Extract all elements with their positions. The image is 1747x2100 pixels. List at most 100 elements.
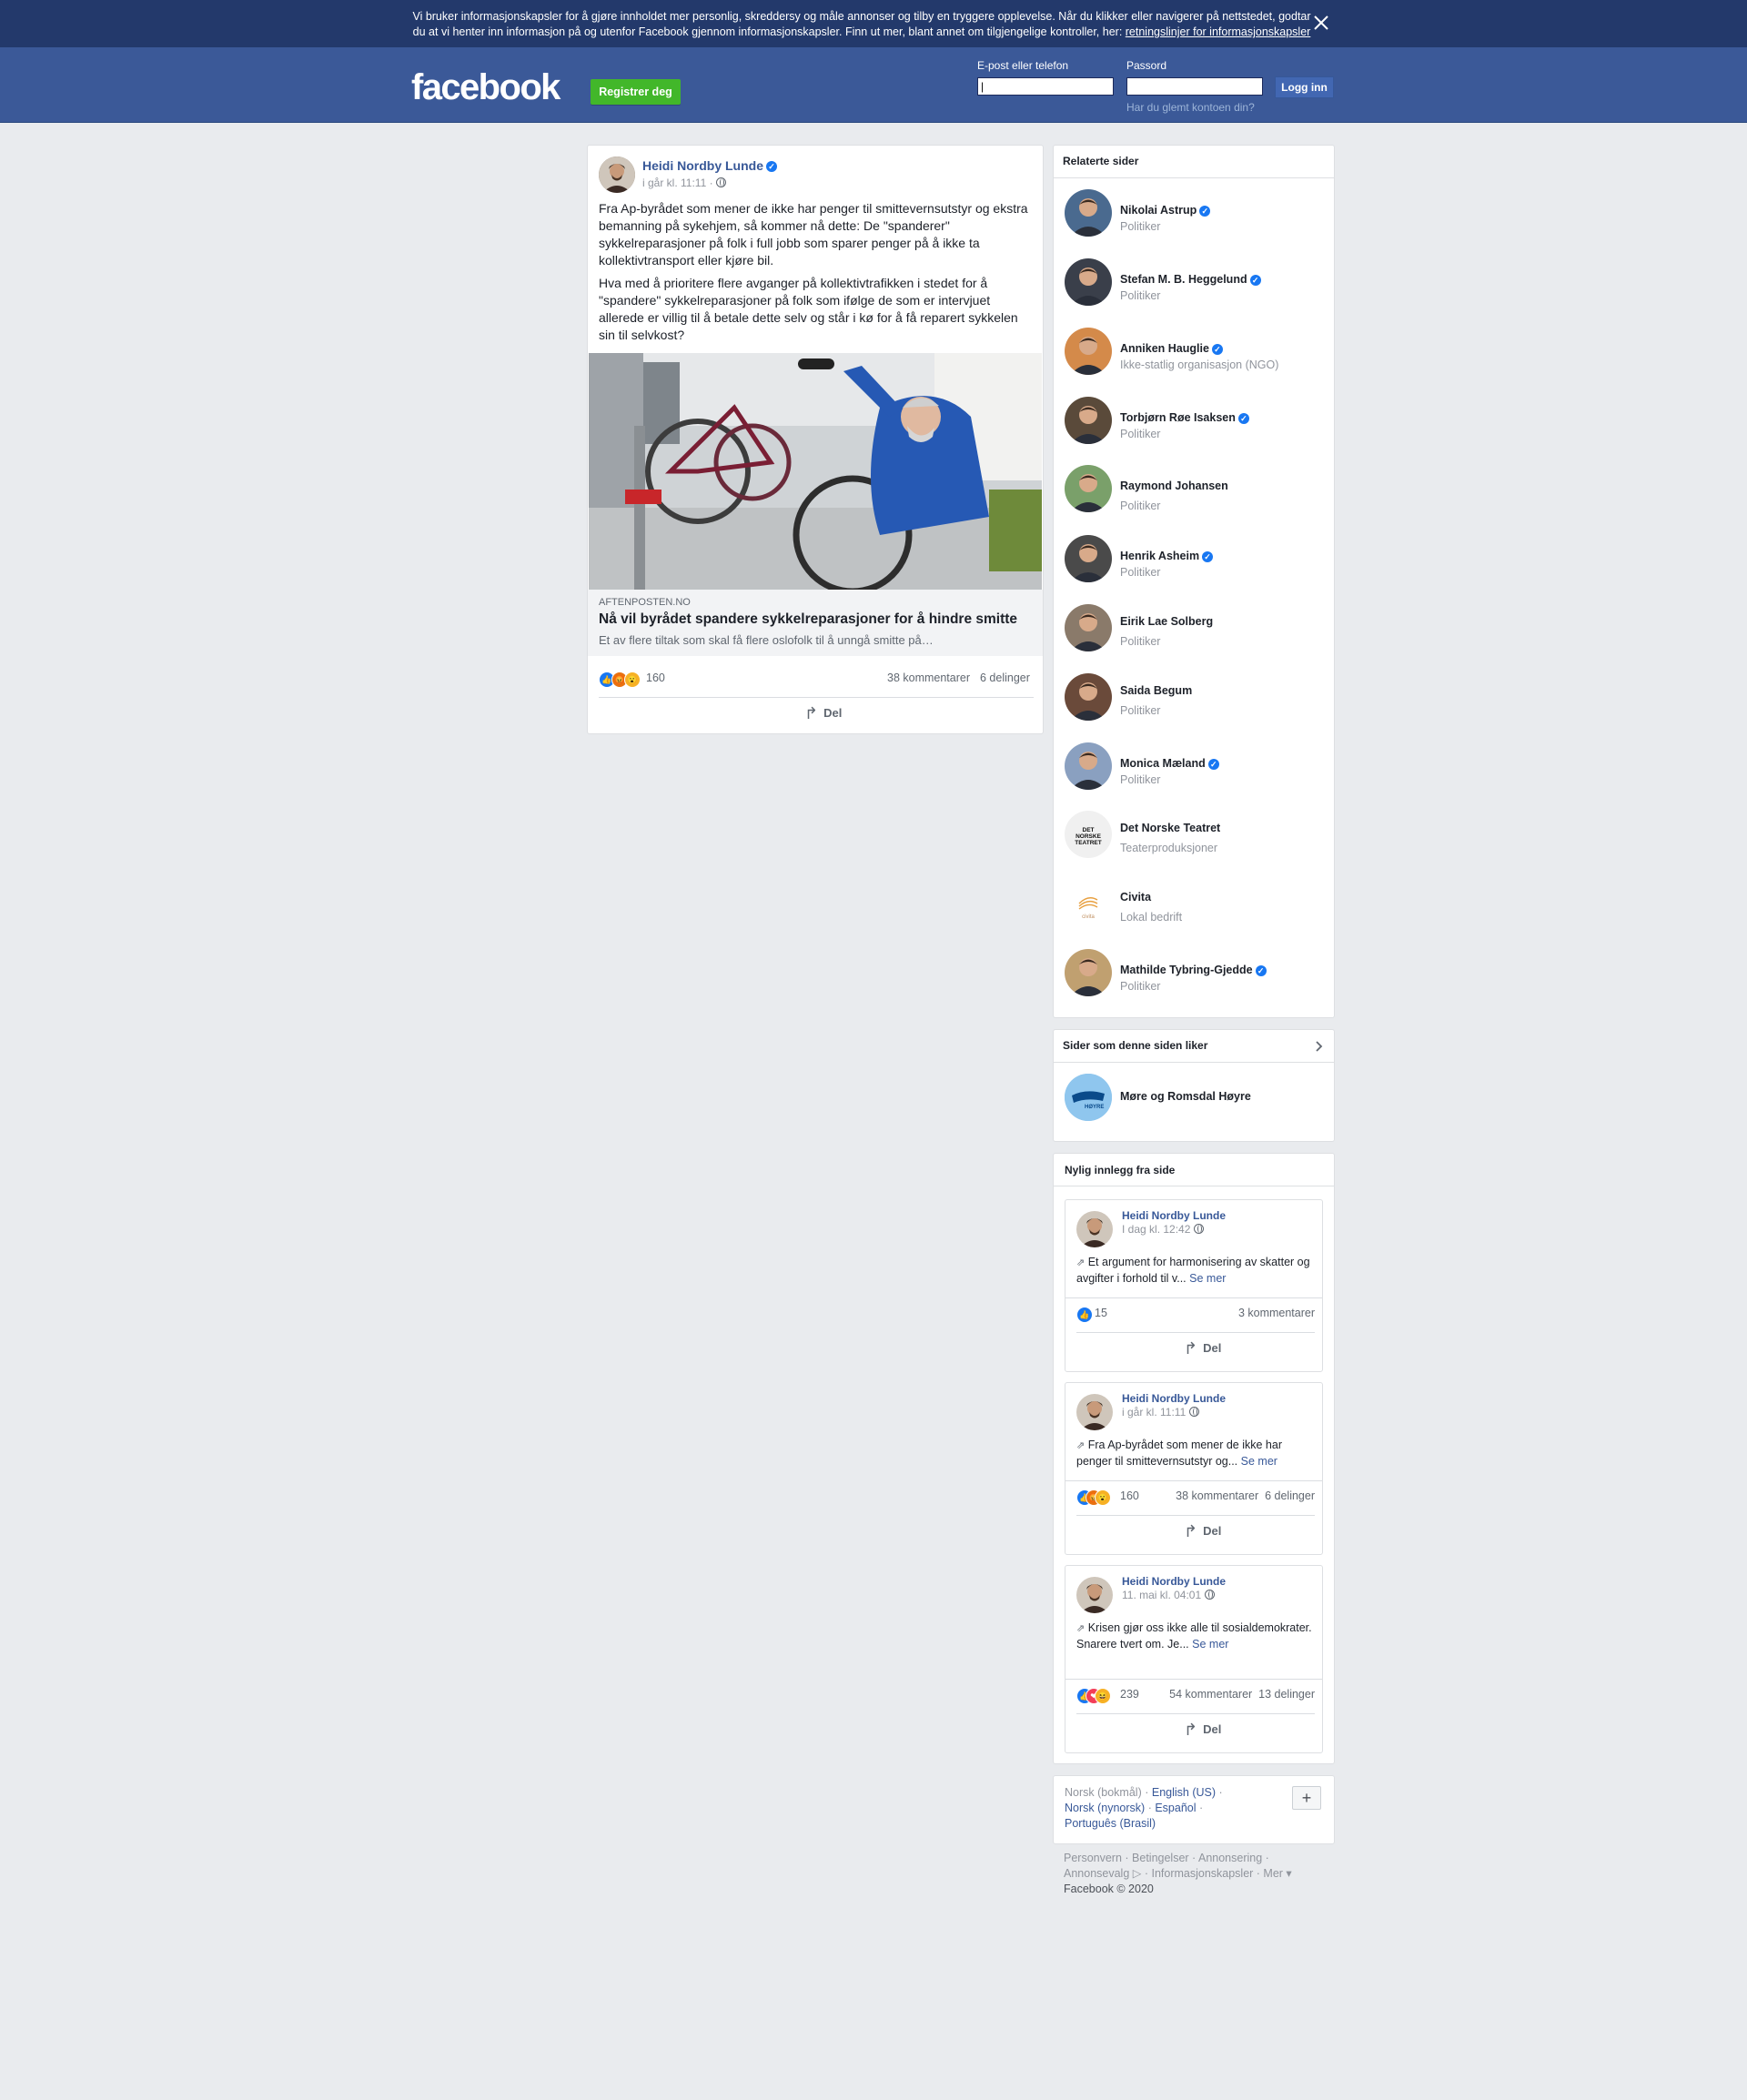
author-name[interactable]: Heidi Nordby Lunde	[642, 158, 763, 173]
related-page-name[interactable]: Monica Mæland ✓	[1120, 757, 1219, 770]
related-page-name[interactable]: Raymond Johansen	[1120, 480, 1228, 492]
related-page-category: Politiker	[1120, 773, 1161, 786]
author-avatar[interactable]	[1076, 1394, 1113, 1430]
related-page-item[interactable]: DET NORSKE TEATRET Det Norske Teatret Teater…	[1065, 811, 1328, 865]
related-page-item[interactable]: Stefan M. B. Heggelund ✓ Politiker	[1065, 258, 1328, 313]
related-page-name-text[interactable]: Det Norske Teatret	[1120, 822, 1220, 834]
reaction-count[interactable]: 160	[646, 671, 665, 684]
liked-page-name[interactable]: Møre og Romsdal Høyre	[1120, 1090, 1251, 1103]
reaction-count[interactable]: 239	[1120, 1688, 1139, 1701]
related-page-name[interactable]: Eirik Lae Solberg	[1120, 615, 1213, 628]
related-page-name[interactable]: Anniken Hauglie ✓	[1120, 342, 1223, 355]
svg-text:TEATRET: TEATRET	[1075, 840, 1102, 846]
comments-and-shares[interactable]: 3 kommentarer	[1238, 1307, 1315, 1319]
comments-and-shares[interactable]: 54 kommentarer 13 delinger	[1169, 1688, 1315, 1701]
related-page-item[interactable]: Eirik Lae Solberg Politiker	[1065, 604, 1328, 659]
author-avatar[interactable]	[1076, 1577, 1113, 1613]
related-page-item[interactable]: civita Civita Lokal bedrift	[1065, 880, 1328, 934]
liked-pages-title[interactable]: Sider som denne siden liker	[1054, 1030, 1334, 1063]
reaction-count[interactable]: 15	[1095, 1307, 1107, 1319]
related-page-name[interactable]: Saida Begum	[1120, 684, 1192, 697]
post-time[interactable]: i går kl. 11:11 ·	[642, 177, 713, 189]
footer-links[interactable]: Annonsevalg ▷ · Informasjonskapsler · Me…	[1064, 1866, 1328, 1882]
footer-links[interactable]: Personvern · Betingelser · Annonsering ·	[1064, 1851, 1328, 1866]
share-button[interactable]: ↱ Del	[1184, 1522, 1221, 1541]
see-more-link[interactable]: Se mer	[1189, 1272, 1226, 1285]
post-time[interactable]: 11. mai kl. 04:01	[1122, 1589, 1215, 1601]
link-preview[interactable]: AFTENPOSTEN.NO Nå vil byrådet spandere s…	[588, 590, 1043, 656]
related-page-item[interactable]: Saida Begum Politiker	[1065, 673, 1328, 728]
reaction-icons[interactable]: 👍 😡 😮	[1076, 1489, 1122, 1506]
comments-and-shares[interactable]: 38 kommentarer 6 delinger	[1176, 1489, 1315, 1502]
facebook-logo[interactable]: facebook	[411, 67, 560, 108]
share-count[interactable]: 6 delinger	[980, 671, 1030, 684]
author-name[interactable]: Heidi Nordby Lunde	[1122, 1392, 1226, 1405]
password-input[interactable]	[1126, 77, 1263, 96]
reaction-icons[interactable]: 👍 ❤ 😆	[1076, 1688, 1122, 1704]
related-page-name[interactable]: Civita	[1120, 891, 1151, 904]
related-page-item[interactable]: Raymond Johansen Politiker	[1065, 465, 1328, 520]
share-button[interactable]: ↱ Del	[1184, 1339, 1221, 1358]
related-page-item[interactable]: Henrik Asheim ✓ Politiker	[1065, 535, 1328, 590]
reaction-count[interactable]: 160	[1120, 1489, 1139, 1502]
related-page-name-text[interactable]: Mathilde Tybring-Gjedde	[1120, 964, 1253, 976]
related-page-name[interactable]: Torbjørn Røe Isaksen ✓	[1120, 411, 1249, 424]
related-page-name-text[interactable]: Nikolai Astrup	[1120, 204, 1197, 217]
related-page-name-text[interactable]: Henrik Asheim	[1120, 550, 1199, 562]
related-page-name-text[interactable]: Monica Mæland	[1120, 757, 1206, 770]
see-more-link[interactable]: Se mer	[1241, 1455, 1277, 1468]
related-page-item[interactable]: Monica Mæland ✓ Politiker	[1065, 742, 1328, 797]
related-page-item[interactable]: Nikolai Astrup ✓ Politiker	[1065, 189, 1328, 244]
more-languages-button[interactable]: +	[1292, 1786, 1321, 1810]
related-pages-title: Relaterte sider	[1054, 146, 1334, 178]
register-button[interactable]: Registrer deg	[591, 79, 681, 105]
related-page-name-text[interactable]: Anniken Hauglie	[1120, 342, 1209, 355]
post-time[interactable]: i går kl. 11:11	[1122, 1406, 1199, 1419]
language-portuguese[interactable]: Português (Brasil)	[1065, 1817, 1156, 1830]
link-preview-image[interactable]	[589, 353, 1042, 590]
forgot-account-link[interactable]: Har du glemt kontoen din?	[1126, 101, 1255, 114]
author-avatar[interactable]	[599, 156, 635, 193]
related-page-name[interactable]: Det Norske Teatret	[1120, 822, 1220, 834]
reaction-icons[interactable]: 👍 😡 😮	[599, 671, 653, 688]
share-button[interactable]: ↱ Del	[1184, 1721, 1221, 1740]
login-button[interactable]: Logg inn	[1275, 76, 1334, 98]
author-name[interactable]: Heidi Nordby Lunde	[1122, 1575, 1226, 1588]
author-avatar[interactable]	[1076, 1211, 1113, 1247]
close-icon[interactable]	[1312, 14, 1330, 32]
divider	[1065, 1297, 1322, 1298]
email-input[interactable]	[977, 77, 1114, 96]
divider	[1076, 1713, 1315, 1714]
language-english[interactable]: English (US)	[1152, 1786, 1216, 1799]
verified-icon: ✓	[1237, 412, 1249, 424]
related-page-item[interactable]: Torbjørn Røe Isaksen ✓ Politiker	[1065, 397, 1328, 451]
related-page-item[interactable]: Anniken Hauglie ✓ Ikke-statlig organisasjo…	[1065, 328, 1328, 382]
related-page-name-text[interactable]: Torbjørn Røe Isaksen	[1120, 411, 1236, 424]
cookie-policy-link[interactable]: retningslinjer for informasjonskapsler	[1126, 25, 1311, 38]
comment-count[interactable]: 3 kommentarer	[1238, 1307, 1315, 1319]
related-page-name[interactable]: Mathilde Tybring-Gjedde ✓	[1120, 964, 1267, 976]
related-page-name-text[interactable]: Raymond Johansen	[1120, 480, 1228, 492]
liked-page-item[interactable]: HØYRE Møre og Romsdal Høyre	[1065, 1074, 1328, 1128]
related-page-item[interactable]: Mathilde Tybring-Gjedde ✓ Politiker	[1065, 949, 1328, 1004]
comment-count[interactable]: 54 kommentarer	[1169, 1688, 1252, 1701]
language-nynorsk[interactable]: Norsk (nynorsk)	[1065, 1802, 1145, 1814]
comment-count[interactable]: 38 kommentarer	[887, 671, 970, 684]
comment-count[interactable]: 38 kommentarer	[1176, 1489, 1258, 1502]
author-name[interactable]: Heidi Nordby Lunde	[1122, 1209, 1226, 1222]
related-page-name-text[interactable]: Stefan M. B. Heggelund	[1120, 273, 1247, 286]
related-page-name[interactable]: Henrik Asheim ✓	[1120, 550, 1214, 562]
share-count[interactable]: 13 delinger	[1258, 1688, 1315, 1701]
related-page-name[interactable]: Stefan M. B. Heggelund ✓	[1120, 273, 1261, 286]
related-page-name-text[interactable]: Civita	[1120, 891, 1151, 904]
share-count[interactable]: 6 delinger	[1265, 1489, 1315, 1502]
chevron-right-icon[interactable]	[1316, 1041, 1323, 1052]
post-time[interactable]: I dag kl. 12:42	[1122, 1223, 1204, 1236]
link-title[interactable]: Nå vil byrådet spandere sykkelreparasjon…	[599, 611, 1017, 628]
see-more-link[interactable]: Se mer	[1192, 1638, 1228, 1651]
related-page-name-text[interactable]: Eirik Lae Solberg	[1120, 615, 1213, 628]
language-spanish[interactable]: Español	[1155, 1802, 1196, 1814]
share-button[interactable]: ↱ Del	[804, 704, 842, 723]
related-page-name-text[interactable]: Saida Begum	[1120, 684, 1192, 697]
related-page-name[interactable]: Nikolai Astrup ✓	[1120, 204, 1211, 217]
